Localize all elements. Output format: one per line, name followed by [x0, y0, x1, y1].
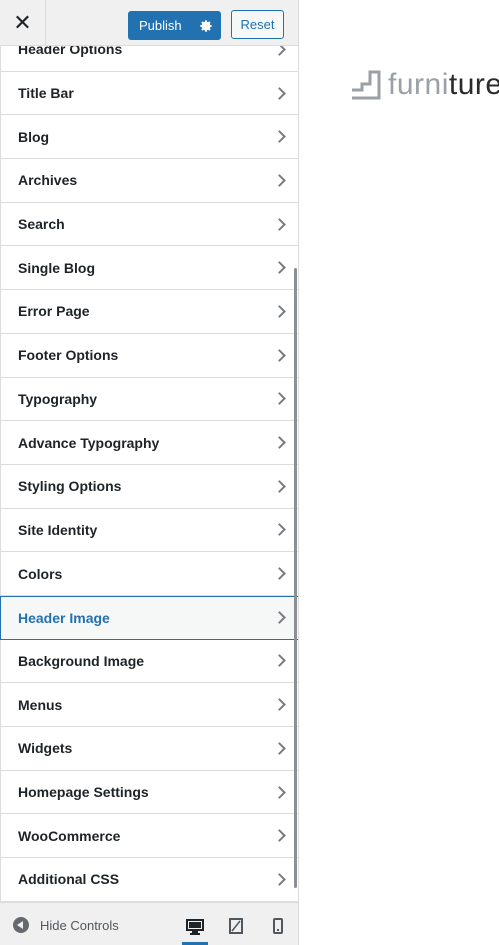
chevron-right-icon: [273, 741, 286, 755]
menu-item-label: Background Image: [18, 652, 145, 669]
desktop-icon: [186, 918, 204, 935]
chevron-right-icon: [273, 86, 286, 100]
chevron-right-icon: [273, 567, 286, 580]
menu-item-label: Site Identity: [18, 521, 98, 538]
chevron-right-icon: [273, 611, 286, 625]
chevron-right-icon: [273, 130, 286, 144]
menu-item-background-image[interactable]: Background Image: [0, 639, 298, 684]
menu-item-site-identity[interactable]: Site Identity: [0, 508, 298, 553]
tablet-preview-button[interactable]: [223, 911, 249, 941]
chevron-right-icon: [273, 829, 286, 843]
customizer-footer: Hide Controls: [0, 902, 298, 945]
publish-button[interactable]: Publish: [128, 11, 191, 40]
menu-item-label: Menus: [18, 696, 63, 713]
menu-item-label: WooCommerce: [18, 827, 121, 844]
reset-button[interactable]: Reset: [231, 10, 284, 39]
chevron-right-icon: [273, 436, 286, 449]
menu-item-label: Header Image: [18, 609, 110, 626]
menu-item-blog[interactable]: Blog: [0, 115, 298, 160]
chevron-right-icon: [273, 523, 286, 537]
menu-item-styling-options[interactable]: Styling Options: [0, 464, 298, 509]
menu-item-label: Additional CSS: [18, 871, 120, 888]
menu-item-title-bar[interactable]: Title Bar: [0, 71, 298, 116]
menu-item-colors[interactable]: Colors: [0, 552, 298, 596]
menu-item-header-image[interactable]: Header Image: [0, 595, 298, 640]
menu-item-typography[interactable]: Typography: [0, 377, 298, 422]
menu-item-label: Homepage Settings: [18, 784, 149, 801]
mobile-icon: [273, 918, 283, 934]
customizer-menu: Header Options Title Bar Blog Archives S…: [0, 28, 298, 902]
customizer-sidebar: Header Options Title Bar Blog Archives S…: [0, 0, 299, 945]
chevron-right-icon: [273, 217, 286, 231]
logo-mark-icon: [352, 70, 381, 100]
menu-item-label: Advance Typography: [18, 434, 160, 451]
chevron-right-icon: [273, 873, 286, 886]
menu-item-woocommerce[interactable]: WooCommerce: [0, 814, 298, 859]
menu-item-label: Widgets: [18, 740, 73, 757]
chevron-right-icon: [273, 305, 286, 318]
menu-item-label: Search: [18, 216, 65, 233]
menu-item-widgets[interactable]: Widgets: [0, 727, 298, 771]
chevron-right-icon: [273, 479, 286, 493]
customizer-header: ✕ Publish Reset: [0, 0, 298, 46]
menu-item-label: Footer Options: [18, 347, 119, 364]
tablet-icon: [229, 918, 243, 934]
gear-icon-svg: [200, 19, 212, 32]
menu-item-archives[interactable]: Archives: [0, 159, 298, 203]
chevron-right-icon: [273, 392, 286, 406]
menu-item-menus[interactable]: Menus: [0, 683, 298, 727]
chevron-right-icon: [273, 785, 286, 799]
hide-controls-button[interactable]: Hide Controls: [40, 918, 119, 933]
menu-item-label: Title Bar: [18, 85, 74, 102]
menu-item-label: Error Page: [18, 303, 90, 320]
logo-text: furniture: [388, 68, 499, 102]
logo-text-part1: furni: [388, 68, 449, 101]
menu-item-footer-options[interactable]: Footer Options: [0, 333, 298, 378]
chevron-right-icon: [273, 698, 286, 712]
close-icon[interactable]: ✕: [0, 0, 46, 46]
menu-item-single-blog[interactable]: Single Blog: [0, 246, 298, 291]
menu-item-label: Archives: [18, 172, 78, 189]
publish-group: Publish: [128, 11, 221, 40]
chevron-right-icon: [273, 174, 286, 187]
menu-item-label: Single Blog: [18, 259, 95, 276]
menu-item-error-page[interactable]: Error Page: [0, 290, 298, 334]
collapse-arrow-icon[interactable]: [13, 917, 29, 933]
menu-item-advance-typography[interactable]: Advance Typography: [0, 421, 298, 465]
menu-item-homepage-settings[interactable]: Homepage Settings: [0, 770, 298, 815]
menu-item-search[interactable]: Search: [0, 202, 298, 247]
logo-text-part2: ture: [448, 68, 499, 101]
gear-icon[interactable]: [191, 11, 221, 40]
menu-item-label: Colors: [18, 565, 63, 582]
chevron-right-icon: [273, 348, 286, 362]
menu-item-label: Blog: [18, 128, 50, 145]
mobile-preview-button[interactable]: [265, 911, 291, 941]
menu-item-label: Typography: [18, 390, 98, 407]
preview-site-logo: furniture: [350, 68, 499, 102]
menu-item-label: Styling Options: [18, 478, 122, 495]
menu-item-additional-css[interactable]: Additional CSS: [0, 858, 298, 902]
chevron-right-icon: [273, 654, 286, 668]
sidebar-scrollbar[interactable]: [294, 268, 297, 888]
desktop-preview-button[interactable]: [182, 911, 208, 945]
chevron-right-icon: [273, 261, 286, 275]
